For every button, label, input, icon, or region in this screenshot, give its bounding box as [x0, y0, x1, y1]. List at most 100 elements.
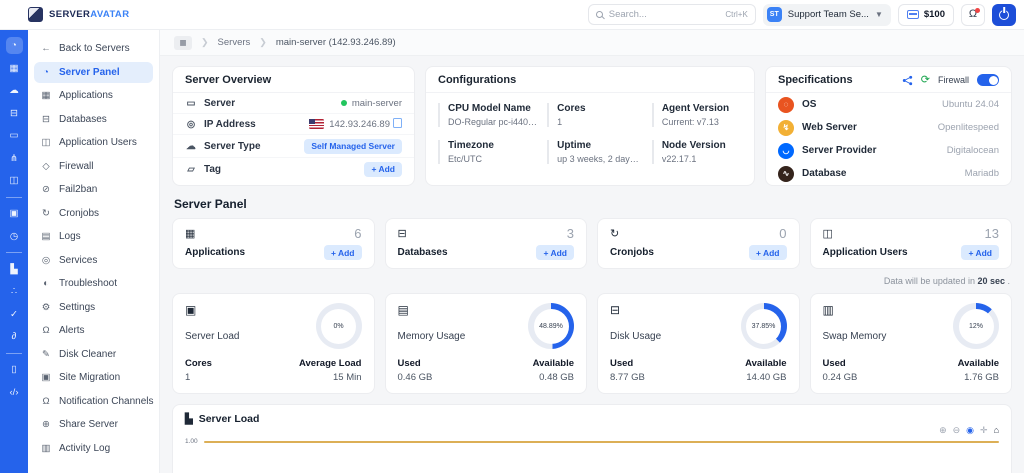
network-icon[interactable]: ⋔ — [6, 150, 23, 167]
stat-card-bottom: Used0.46 GBAvailable0.48 GB — [398, 358, 575, 383]
sidebar-item-back-to-servers[interactable]: ←Back to Servers — [34, 38, 153, 59]
panel-card-bottom: Applications+ Add — [185, 245, 362, 260]
add-cronjobs-button[interactable]: + Add — [749, 245, 787, 260]
panel-card-databases[interactable]: ⊟3Databases+ Add — [385, 218, 588, 269]
swap-icon: ▥ — [823, 303, 887, 317]
box-icon[interactable]: ▯ — [6, 361, 23, 378]
selection-zoom-icon[interactable]: ◉ — [966, 426, 974, 435]
stat-right-col: Available1.76 GB — [958, 358, 999, 383]
tag-icon: ▱ — [185, 164, 197, 175]
panel-card-applications[interactable]: ▦6 Applications+ Add — [172, 218, 375, 269]
server-type-badge[interactable]: Self Managed Server — [304, 139, 402, 154]
pan-icon[interactable]: ✛ — [980, 426, 988, 435]
chart-plot-area[interactable]: 1.00 — [185, 438, 999, 445]
panel-card-count: 13 — [985, 226, 999, 241]
config-label: Uptime — [557, 140, 642, 151]
panel-card-top: ↻0 — [610, 226, 787, 241]
code-icon[interactable]: ‹/› — [6, 384, 23, 401]
notifications-button[interactable]: Ω — [961, 4, 985, 26]
nodes-icon[interactable]: ∴ — [6, 283, 23, 300]
cloud-icon[interactable]: ☁ — [6, 82, 23, 99]
server-overview-card: Server Overview ▭Servermain-server◎IP Ad… — [172, 66, 415, 186]
users-icon[interactable]: ◫ — [6, 172, 23, 189]
digitalocean-logo: ◡ — [778, 143, 794, 159]
spec-label-group: ↯Web Server — [778, 120, 857, 136]
overview-row-label: ▭Server — [185, 98, 235, 109]
sidebar-item-cronjobs[interactable]: ↻Cronjobs — [34, 203, 153, 224]
server-icon[interactable]: ▭ — [6, 127, 23, 144]
chevron-down-icon: ▼ — [875, 10, 883, 19]
gauge-icon[interactable]: ◔ — [6, 37, 23, 54]
stat-right-value: 1.76 GB — [958, 372, 999, 383]
check-circle-icon[interactable]: ✓ — [6, 306, 23, 323]
donut-gauge: 37.85% — [741, 303, 787, 349]
wallet-icon — [907, 10, 919, 19]
sidebar-item-applications[interactable]: ▦Applications — [34, 85, 153, 106]
overview-row-ip-address: ◎IP Address142.93.246.89 — [173, 114, 414, 135]
home-icon[interactable]: ⌂ — [994, 426, 999, 435]
sidebar-item-disk-cleaner[interactable]: ✎Disk Cleaner — [34, 344, 153, 365]
migration-icon: ▣ — [40, 372, 52, 383]
account-dropdown[interactable]: ST Support Team Se... ▼ — [763, 4, 891, 26]
users-icon: ◫ — [40, 137, 52, 148]
breadcrumb-current-server[interactable]: main-server (142.93.246.89) — [276, 37, 396, 48]
panel-card-count: 3 — [567, 226, 574, 241]
stat-card-title: Swap Memory — [823, 331, 887, 342]
search-input[interactable] — [609, 9, 720, 20]
sidebar-item-activity-log[interactable]: ▥Activity Log — [34, 438, 153, 459]
breadcrumb-servers[interactable]: Servers — [218, 37, 251, 48]
stat-left-col: Used0.46 GB — [398, 358, 433, 383]
add-databases-button[interactable]: + Add — [536, 245, 574, 260]
global-search[interactable]: Ctrl+K — [588, 4, 756, 25]
sidebar-item-share-server[interactable]: ⊕Share Server — [34, 414, 153, 435]
copy-icon[interactable] — [395, 120, 402, 128]
history-icon[interactable]: ◷ — [6, 228, 23, 245]
sidebar-item-alerts[interactable]: ΩAlerts — [34, 320, 153, 341]
spec-row-os: ◌OSUbuntu 24.04 — [766, 93, 1011, 116]
refresh-icon[interactable]: ⟳ — [921, 75, 930, 86]
gear-icon: ⚙ — [40, 302, 52, 313]
chart-toolbar: ⊕ ⊖ ◉ ✛ ⌂ — [185, 426, 999, 435]
sidebar-item-site-migration[interactable]: ▣Site Migration — [34, 367, 153, 388]
add-tag-button[interactable]: + Add — [364, 162, 402, 177]
config-item-agent-version: Agent VersionCurrent: v7.13 — [652, 103, 742, 127]
terminal-icon[interactable]: ▣ — [6, 205, 23, 222]
add-applications-button[interactable]: + Add — [324, 245, 362, 260]
add-application-users-button[interactable]: + Add — [961, 245, 999, 260]
panel-card-application-users[interactable]: ◫13Application Users+ Add — [810, 218, 1013, 269]
hook-icon[interactable]: ∂ — [6, 328, 23, 345]
app-window-icon[interactable]: ▦ — [6, 60, 23, 77]
serveravatar-logo[interactable]: SERVERAVATAR — [28, 7, 129, 22]
database-icon[interactable]: ⊟ — [6, 105, 23, 122]
panel-card-cronjobs[interactable]: ↻0Cronjobs+ Add — [597, 218, 800, 269]
sidebar-item-label: Cronjobs — [59, 208, 99, 219]
sidebar-item-server-panel[interactable]: ◔Server Panel — [34, 62, 153, 83]
sidebar-item-settings[interactable]: ⚙Settings — [34, 297, 153, 318]
firewall-toggle-label: Firewall — [938, 75, 969, 85]
content: ▦ ❯ Servers ❯ main-server (142.93.246.89… — [160, 30, 1024, 473]
power-button[interactable] — [992, 4, 1016, 26]
main: Server Overview ▭Servermain-server◎IP Ad… — [160, 56, 1024, 473]
sidebar-item-application-users[interactable]: ◫Application Users — [34, 132, 153, 153]
zoom-out-icon[interactable]: ⊖ — [953, 426, 961, 435]
share-icon[interactable] — [902, 75, 913, 86]
chart-icon[interactable]: ▙ — [6, 261, 23, 278]
sidebar-item-notification-channels[interactable]: ΩNotification Channels — [34, 391, 153, 412]
sidebar-item-firewall[interactable]: ◇Firewall — [34, 156, 153, 177]
panel-card-top: ▦6 — [185, 226, 362, 241]
sidebar-item-logs[interactable]: ▤Logs — [34, 226, 153, 247]
breadcrumb-home-icon[interactable]: ▦ — [174, 36, 192, 50]
stat-left-label: Cores — [185, 358, 212, 369]
sidebar-item-databases[interactable]: ⊟Databases — [34, 109, 153, 130]
balance-button[interactable]: $100 — [898, 4, 954, 26]
chevron-right-icon: ❯ — [259, 37, 267, 48]
sidebar-item-label: Databases — [59, 114, 107, 125]
sidebar-item-services[interactable]: ◎Services — [34, 250, 153, 271]
stat-left-label: Used — [398, 358, 433, 369]
sidebar-item-troubleshoot[interactable]: ◐Troubleshoot — [34, 273, 153, 294]
zoom-in-icon[interactable]: ⊕ — [939, 426, 947, 435]
sidebar-item-fail2ban[interactable]: ⊘Fail2ban — [34, 179, 153, 200]
donut-percent-label: 48.89% — [534, 309, 569, 344]
stat-left-col: Used0.24 GB — [823, 358, 858, 383]
firewall-toggle[interactable] — [977, 74, 999, 86]
